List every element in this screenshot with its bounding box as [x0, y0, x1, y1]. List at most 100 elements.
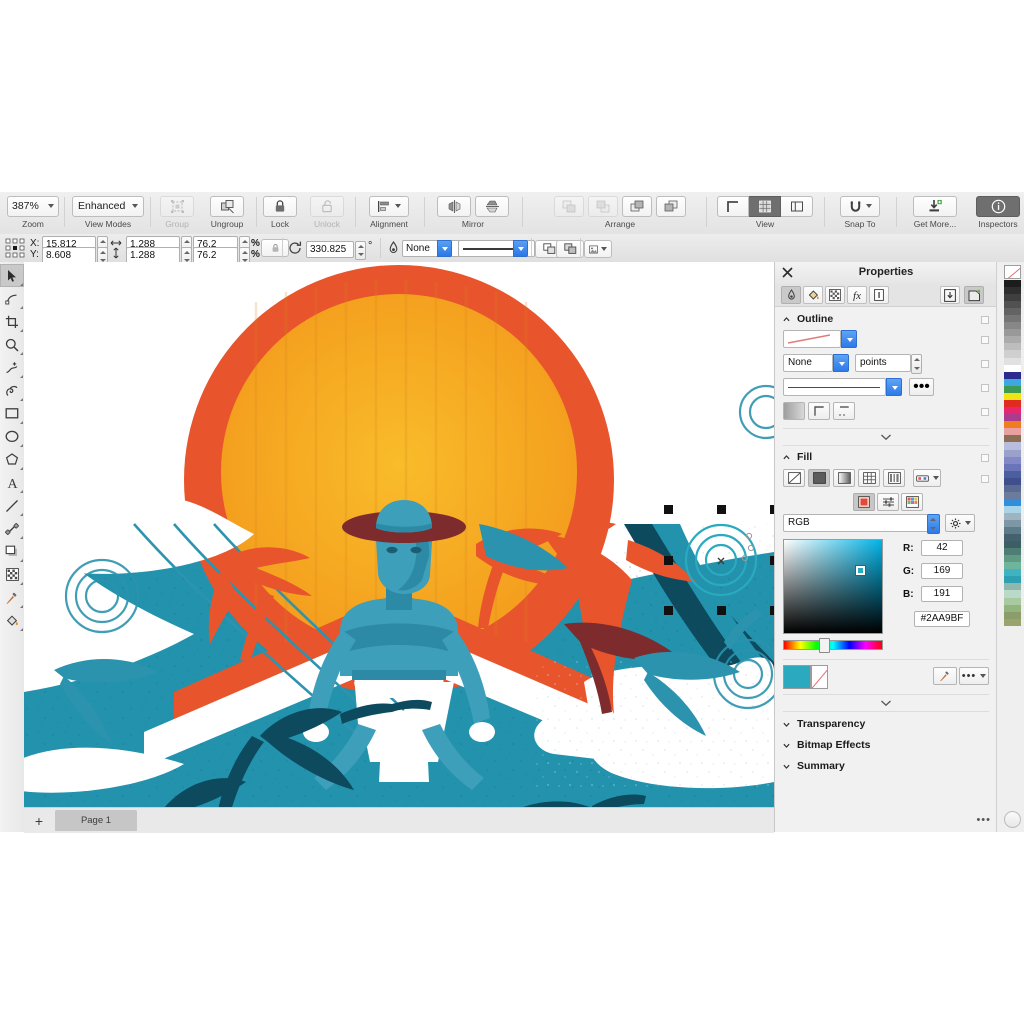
bring-to-front-button[interactable] [554, 196, 584, 217]
palette-swatch[interactable] [1004, 358, 1021, 365]
red-channel-input[interactable]: 42 [921, 540, 963, 556]
snap-to-dropdown[interactable] [840, 196, 880, 217]
palette-swatch[interactable] [1004, 548, 1021, 555]
palette-swatch[interactable] [1004, 569, 1021, 576]
properties-footer-more-button[interactable]: ••• [976, 814, 991, 826]
outline-ends-lock[interactable] [981, 408, 989, 416]
show-grid-button[interactable] [749, 196, 781, 217]
summary-section-header[interactable]: Summary [775, 757, 997, 776]
fill-type-pattern-button[interactable] [858, 469, 880, 487]
outline-expand-toggle[interactable] [775, 430, 997, 444]
text-tool[interactable]: A [0, 471, 24, 494]
rotation-angle-input[interactable]: 330.825 [306, 241, 354, 258]
dimension-tool[interactable] [0, 494, 24, 517]
color-field-marker[interactable] [856, 566, 865, 575]
palette-swatch[interactable] [1004, 534, 1021, 541]
palette-swatch[interactable] [1004, 450, 1021, 457]
palette-swatch[interactable] [1004, 365, 1021, 372]
fill-type-none-button[interactable] [783, 469, 805, 487]
palette-swatch[interactable] [1004, 555, 1021, 562]
palette-swatch[interactable] [1004, 287, 1021, 294]
outline-color-lock[interactable] [981, 336, 989, 344]
palette-swatch[interactable] [1004, 386, 1021, 393]
green-channel-input[interactable]: 169 [921, 563, 963, 579]
group-button[interactable] [160, 196, 194, 217]
outline-width-lock[interactable] [981, 360, 989, 368]
show-rulers-button[interactable] [717, 196, 749, 217]
fill-lock-toggle[interactable] [981, 454, 989, 462]
import-button[interactable] [940, 286, 960, 304]
outline-width-select[interactable]: None [783, 354, 833, 372]
outline-style-lock[interactable] [981, 384, 989, 392]
outline-more-button[interactable]: ••• [909, 378, 934, 396]
unlock-button[interactable] [310, 196, 344, 217]
fill-tab[interactable] [803, 286, 823, 304]
palette-swatch[interactable] [1004, 414, 1021, 421]
rectangle-tool[interactable] [0, 402, 24, 425]
fill-options-dropdown[interactable] [913, 469, 941, 487]
palette-swatch[interactable] [1004, 590, 1021, 597]
lock-aspect-ratio-button[interactable] [261, 239, 289, 257]
palette-swatch[interactable] [1004, 619, 1021, 626]
artistic-media-tool[interactable] [0, 379, 24, 402]
palette-swatch[interactable] [1004, 400, 1021, 407]
palette-swatch[interactable] [1004, 492, 1021, 499]
palette-swatch[interactable] [1004, 379, 1021, 386]
palette-swatch[interactable] [1004, 336, 1021, 343]
palette-swatch[interactable] [1004, 372, 1021, 379]
outline-cap-button[interactable] [833, 402, 855, 420]
transparency-tab[interactable] [825, 286, 845, 304]
blue-channel-input[interactable]: 191 [921, 586, 963, 602]
palette-swatch[interactable] [1004, 485, 1021, 492]
outline-lock-toggle[interactable] [981, 316, 989, 324]
fill-type-lock[interactable] [981, 475, 989, 483]
outline-tab[interactable] [781, 286, 801, 304]
palette-swatch[interactable] [1004, 513, 1021, 520]
lock-button[interactable] [263, 196, 297, 217]
outline-style-dropdown[interactable] [513, 240, 528, 257]
palette-swatch[interactable] [1004, 435, 1021, 442]
color-viewer-button[interactable] [853, 493, 875, 511]
new-page-button[interactable] [964, 286, 984, 304]
fill-section-header[interactable]: Fill [775, 448, 997, 467]
canvas-area[interactable] [24, 262, 774, 832]
palette-swatch[interactable] [1004, 527, 1021, 534]
connector-tool[interactable] [0, 517, 24, 540]
shadow-tool[interactable] [0, 540, 24, 563]
anchor-point-selector[interactable] [5, 238, 27, 259]
palette-swatch[interactable] [1004, 301, 1021, 308]
add-page-button[interactable]: + [28, 811, 50, 830]
outline-width-dropdown[interactable] [437, 240, 452, 257]
palette-swatch[interactable] [1004, 350, 1021, 357]
color-model-stepper[interactable] [927, 514, 940, 534]
outline-corner-button[interactable] [808, 402, 830, 420]
palette-swatch[interactable] [1004, 583, 1021, 590]
rotation-stepper[interactable] [355, 241, 366, 260]
mirror-horizontal-button[interactable] [437, 196, 471, 217]
outline-width-dropdown[interactable] [833, 354, 849, 372]
palette-swatch[interactable] [1004, 471, 1021, 478]
outline-section-header[interactable]: Outline [775, 310, 997, 329]
palette-swatch[interactable] [1004, 315, 1021, 322]
fill-type-texture-button[interactable] [883, 469, 905, 487]
palette-swatch[interactable] [1004, 407, 1021, 414]
palette-swatch[interactable] [1004, 280, 1021, 287]
palette-swatch[interactable] [1004, 329, 1021, 336]
palette-swatch[interactable] [1004, 478, 1021, 485]
eyedropper-button[interactable] [933, 667, 957, 685]
zoom-level-dropdown[interactable]: 387% [7, 196, 59, 217]
color-settings-dropdown[interactable] [945, 514, 975, 532]
color-sliders-button[interactable] [877, 493, 899, 511]
show-guides-button[interactable] [781, 196, 813, 217]
palette-swatch[interactable] [1004, 562, 1021, 569]
palette-swatch[interactable] [1004, 576, 1021, 583]
palette-swatch[interactable] [1004, 457, 1021, 464]
outline-style-dropdown[interactable] [886, 378, 902, 396]
palette-swatch[interactable] [1004, 520, 1021, 527]
zoom-tool[interactable] [0, 333, 24, 356]
palette-swatch[interactable] [1004, 499, 1021, 506]
get-more-button[interactable] [913, 196, 957, 217]
palette-swatch[interactable] [1004, 598, 1021, 605]
palette-swatch[interactable] [1004, 428, 1021, 435]
palette-swatch[interactable] [1004, 343, 1021, 350]
